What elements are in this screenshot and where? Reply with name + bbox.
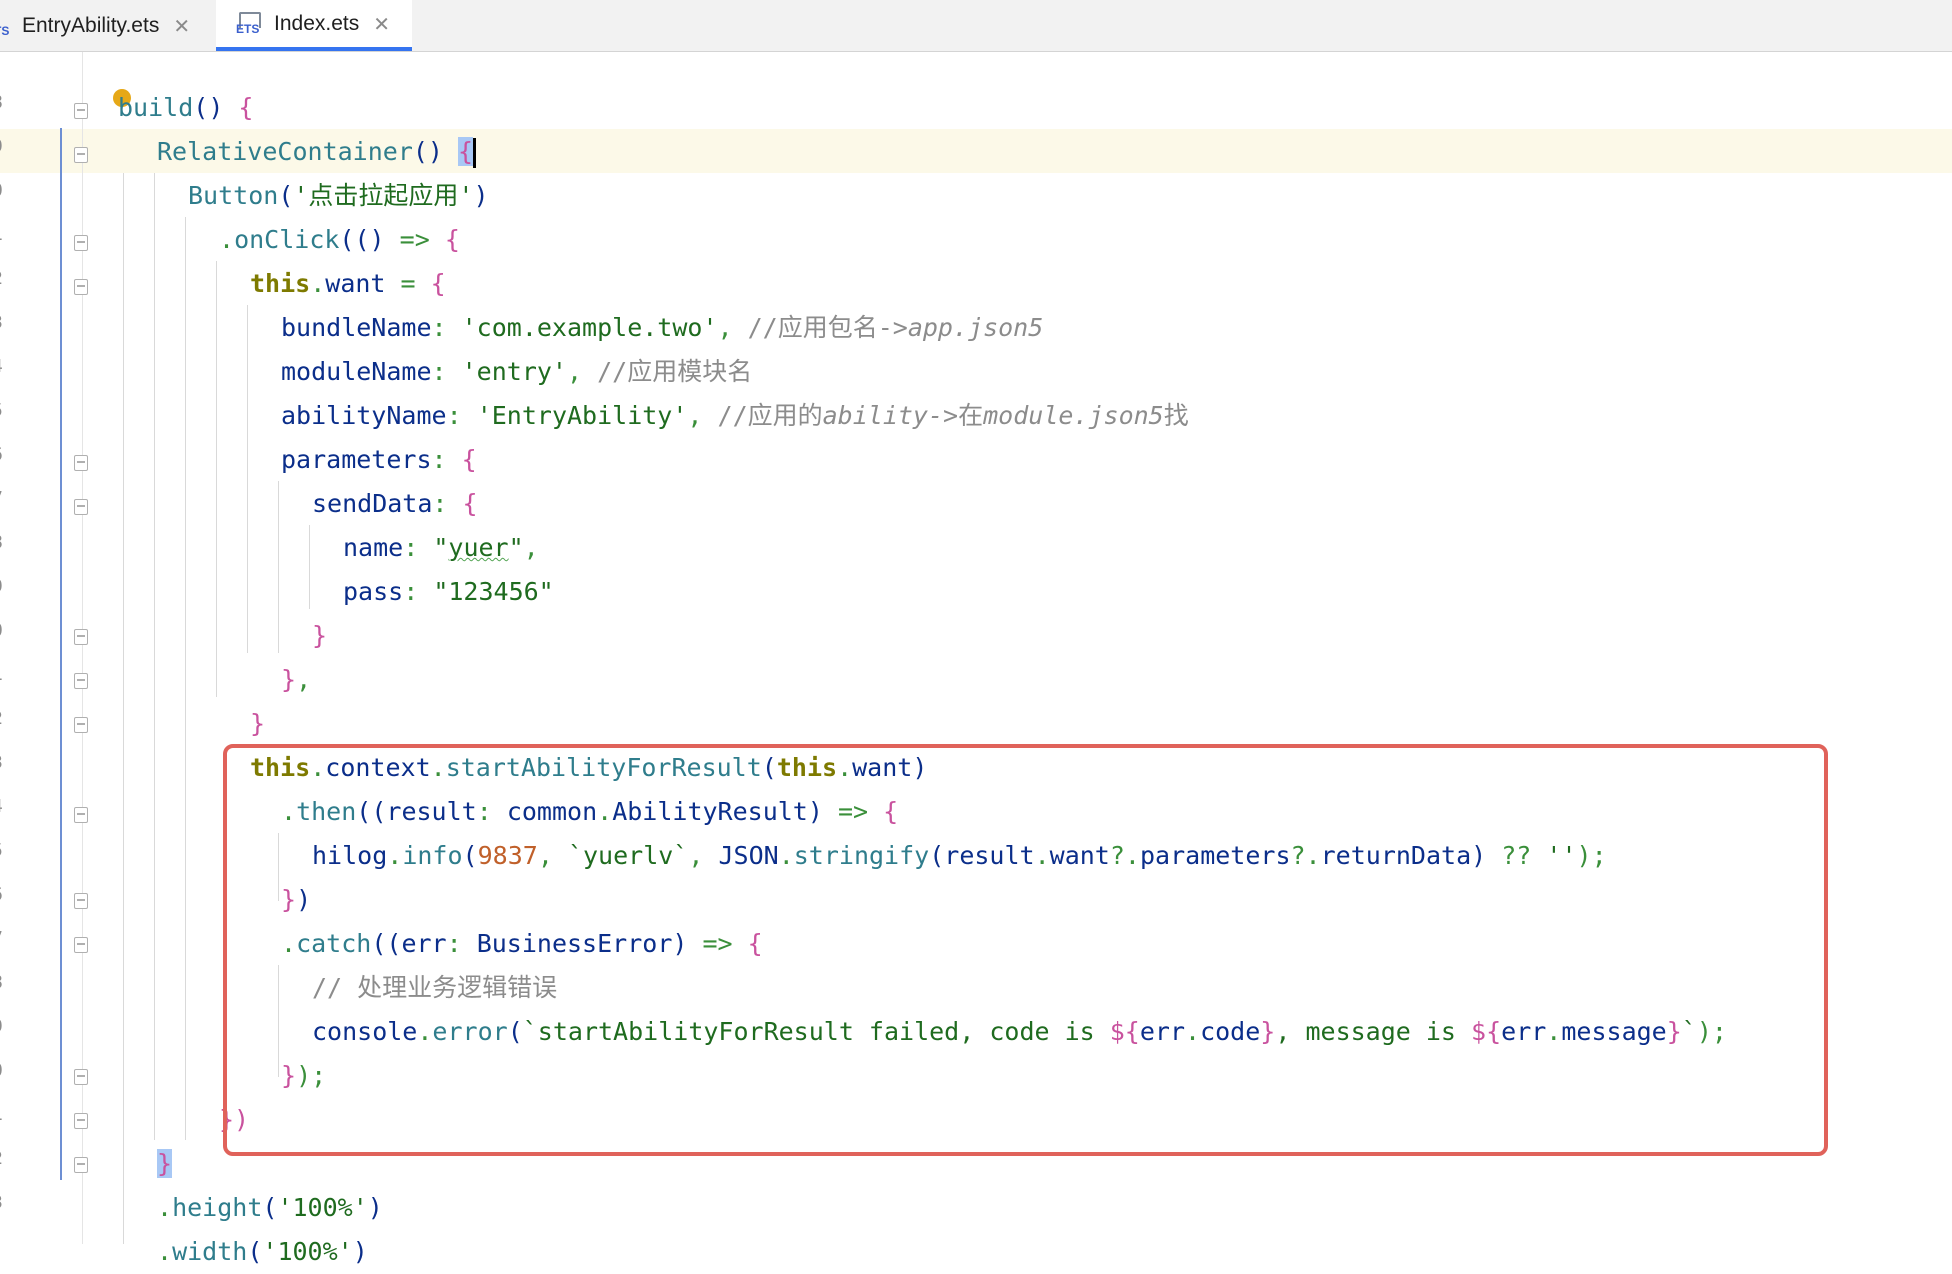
code-line[interactable]: this.want = { <box>250 262 446 306</box>
fold-icon[interactable] <box>74 673 88 689</box>
line-number: 1 <box>0 224 3 245</box>
code-line[interactable]: sendData: { <box>312 482 478 526</box>
line-number: 4 <box>0 796 3 817</box>
code-line[interactable]: moduleName: 'entry', //应用模块名 <box>281 350 752 394</box>
fold-icon[interactable] <box>74 1157 88 1173</box>
gutter-divider <box>82 52 83 1244</box>
line-number: 6 <box>0 444 3 465</box>
scope-indicator-bar <box>60 128 62 1180</box>
code-line[interactable]: pass: "123456" <box>343 570 554 614</box>
code-line[interactable]: abilityName: 'EntryAbility', //应用的abilit… <box>281 394 1189 438</box>
code-line[interactable]: name: "yuer", <box>343 526 539 570</box>
tab-entryability[interactable]: ETS EntryAbility.ets ✕ <box>0 0 190 51</box>
line-number: 0 <box>0 180 3 201</box>
ets-file-icon: ETS <box>0 23 10 38</box>
line-number: 2 <box>0 1148 3 1169</box>
line-number: 5 <box>0 400 3 421</box>
code-line[interactable]: build() { <box>118 86 253 130</box>
line-number: 7 <box>0 488 3 509</box>
indent-guide <box>216 261 217 697</box>
fold-icon[interactable] <box>74 629 88 645</box>
indent-guide <box>185 217 186 1140</box>
fold-icon[interactable] <box>74 499 88 515</box>
code-line[interactable]: .width('100%') <box>157 1230 368 1274</box>
fold-icon[interactable] <box>74 893 88 909</box>
line-number: 6 <box>0 884 3 905</box>
code-line[interactable]: Button('点击拉起应用') <box>188 174 489 218</box>
code-line[interactable]: RelativeContainer() { <box>157 130 477 174</box>
code-line[interactable]: } <box>250 702 265 746</box>
line-number: 3 <box>0 752 3 773</box>
fold-icon[interactable] <box>74 103 88 119</box>
line-number: 8 <box>0 532 3 553</box>
line-number: 7 <box>0 928 3 949</box>
line-number: 0 <box>0 620 3 641</box>
line-number: 8 <box>0 972 3 993</box>
indent-guide <box>278 481 279 653</box>
line-number: 5 <box>0 840 3 861</box>
line-number: 1 <box>0 664 3 685</box>
code-line[interactable]: } <box>312 614 327 658</box>
text-cursor <box>473 138 477 168</box>
indent-guide <box>123 173 124 1244</box>
line-number: 2 <box>0 708 3 729</box>
line-number-gutter: 7 8 9 0 1 2 3 4 5 6 7 8 9 0 1 2 3 4 5 6 … <box>0 52 10 1244</box>
indent-guide <box>309 525 310 609</box>
line-number: 0 <box>0 1060 3 1081</box>
close-icon[interactable]: ✕ <box>173 14 190 38</box>
annotation-highlight-box <box>223 744 1828 1156</box>
tab-label: EntryAbility.ets <box>22 13 160 37</box>
indent-guide <box>154 173 155 1140</box>
line-number: 2 <box>0 268 3 289</box>
indent-guide <box>247 305 248 653</box>
line-number: 9 <box>0 576 3 597</box>
code-line[interactable]: parameters: { <box>281 438 477 482</box>
code-line[interactable]: }, <box>281 658 311 702</box>
fold-icon[interactable] <box>74 1069 88 1085</box>
code-line[interactable]: .onClick(() => { <box>219 218 460 262</box>
ets-file-icon: ETS <box>236 11 262 36</box>
line-number: 3 <box>0 312 3 333</box>
line-number: 4 <box>0 356 3 377</box>
code-line[interactable]: .height('100%') <box>157 1186 383 1230</box>
line-number: 9 <box>0 1016 3 1037</box>
line-number: 3 <box>0 1192 3 1213</box>
fold-icon[interactable] <box>74 807 88 823</box>
fold-icon[interactable] <box>74 937 88 953</box>
fold-icon[interactable] <box>74 147 88 163</box>
fold-icon[interactable] <box>74 455 88 471</box>
line-number: 1 <box>0 1104 3 1125</box>
fold-icon[interactable] <box>74 235 88 251</box>
tab-index[interactable]: ETS Index.ets ✕ <box>216 0 412 51</box>
code-line[interactable]: } <box>157 1142 173 1186</box>
editor-tab-bar: ETS EntryAbility.ets ✕ ETS Index.ets ✕ <box>0 0 1952 52</box>
close-icon[interactable]: ✕ <box>373 12 390 36</box>
line-number: 8 <box>0 92 3 113</box>
code-line[interactable]: bundleName: 'com.example.two', //应用包名->a… <box>281 306 1043 350</box>
fold-icon[interactable] <box>74 279 88 295</box>
fold-icon[interactable] <box>74 1113 88 1129</box>
tab-label: Index.ets <box>274 11 360 35</box>
line-number: 7 <box>0 52 3 55</box>
fold-icon[interactable] <box>74 717 88 733</box>
line-number: 9 <box>0 136 3 157</box>
